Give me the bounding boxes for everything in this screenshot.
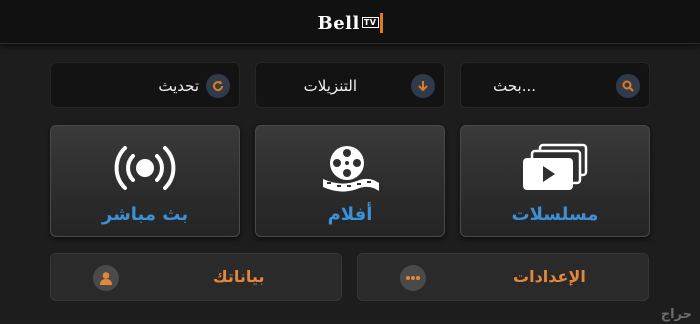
refresh-icon: [206, 74, 230, 98]
refresh-button[interactable]: تحديث: [50, 62, 240, 108]
stacked-video-icon: [461, 142, 649, 194]
top-bar: Bell TV: [0, 0, 700, 44]
refresh-label: تحديث: [158, 77, 199, 95]
profile-button[interactable]: بياناتك: [50, 253, 342, 301]
series-label: مسلسلات: [511, 204, 599, 225]
movies-card[interactable]: أفلام: [255, 125, 445, 237]
download-icon: [411, 74, 435, 98]
app-logo: Bell TV: [0, 13, 700, 34]
search-label: بحث...: [493, 77, 536, 95]
settings-label: الإعدادات: [513, 267, 586, 286]
profile-label: بياناتك: [213, 267, 265, 286]
downloads-label: التنزيلات: [303, 77, 357, 95]
logo-tv-badge: TV: [361, 17, 379, 28]
settings-button[interactable]: الإعدادات: [357, 253, 649, 301]
search-button[interactable]: بحث...: [460, 62, 650, 108]
live-tv-label: بث مباشر: [101, 204, 189, 225]
logo-accent-bar: [379, 13, 383, 33]
broadcast-icon: [51, 142, 239, 194]
movies-label: أفلام: [327, 204, 373, 225]
downloads-button[interactable]: التنزيلات: [255, 62, 445, 108]
search-icon: [616, 74, 640, 98]
more-dots-icon: [400, 265, 426, 291]
logo-text: Bell: [317, 13, 360, 34]
film-reel-icon: [256, 142, 444, 194]
series-card[interactable]: مسلسلات: [460, 125, 650, 237]
live-tv-card[interactable]: بث مباشر: [50, 125, 240, 237]
user-icon: [93, 265, 119, 291]
watermark: حراج: [660, 307, 692, 322]
